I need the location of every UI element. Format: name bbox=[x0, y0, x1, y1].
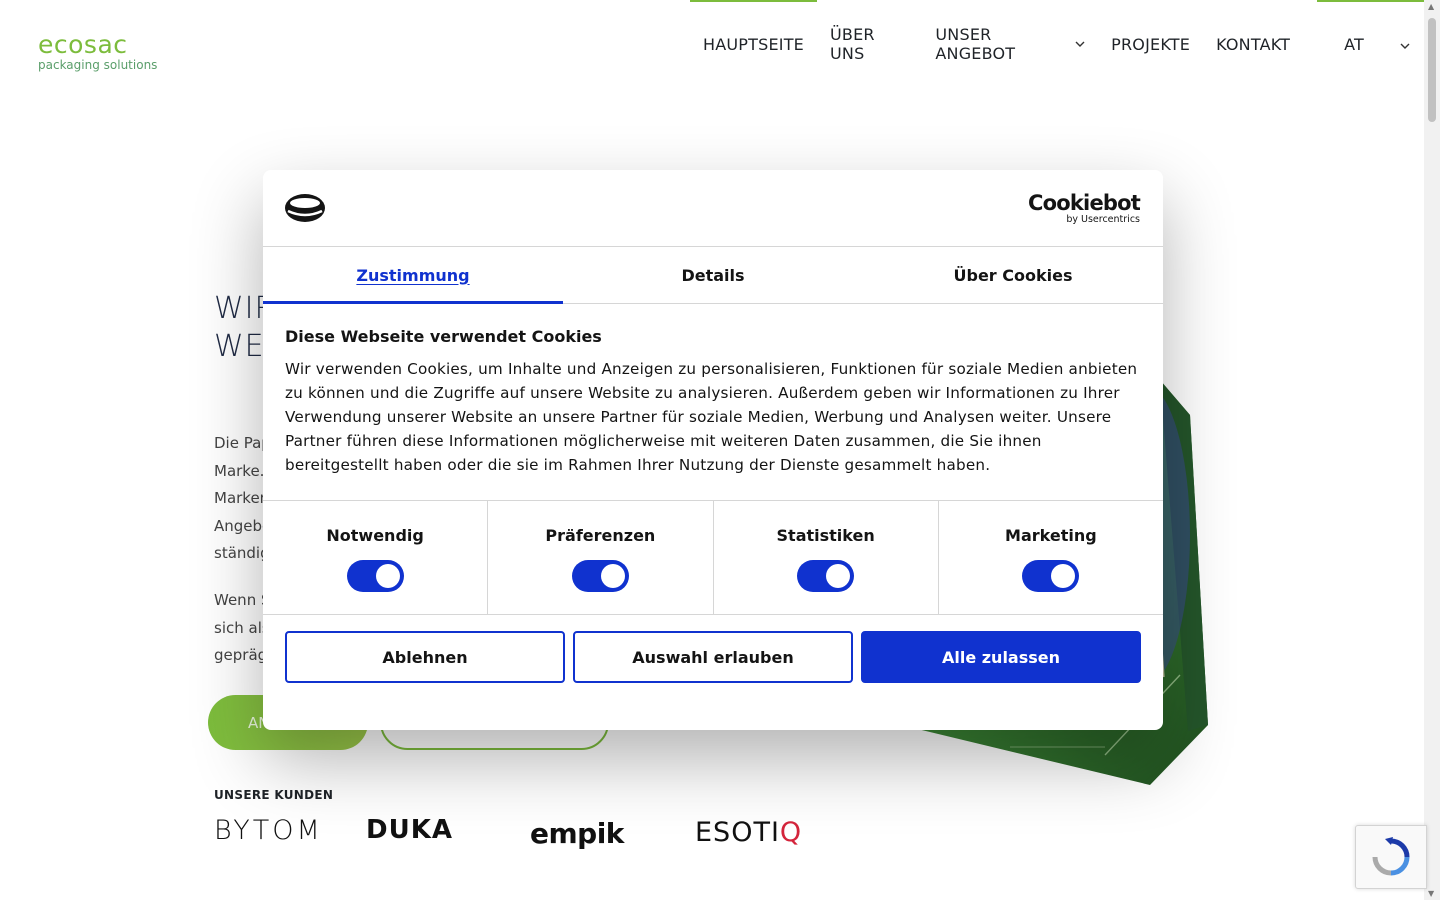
toggle-label: Statistiken bbox=[776, 526, 875, 545]
cookiebot-wordmark: Cookiebot bbox=[1028, 191, 1141, 215]
hero-paragraph-line: ständig bbox=[214, 544, 264, 562]
client-logo-duka: DUKA bbox=[366, 815, 453, 845]
allow-selection-button[interactable]: Auswahl erlauben bbox=[573, 631, 853, 683]
nav-item-hauptseite[interactable]: HAUPTSEITE bbox=[690, 0, 817, 88]
logo-tagline: packaging solutions bbox=[38, 58, 158, 72]
scroll-up-arrow-icon[interactable]: ▲ bbox=[1428, 2, 1434, 11]
chevron-down-icon bbox=[1075, 38, 1085, 51]
client-logo-esotiq: ESOTIQ bbox=[695, 817, 802, 848]
recaptcha-icon bbox=[1372, 837, 1410, 876]
tab-ueber-cookies[interactable]: Über Cookies bbox=[863, 247, 1163, 303]
nav-item-kontakt[interactable]: KONTAKT bbox=[1203, 0, 1303, 88]
dialog-buttons: Ablehnen Auswahl erlauben Alle zulassen bbox=[263, 615, 1163, 699]
hero-paragraph-line: Angebo bbox=[214, 516, 264, 535]
toggle-knob bbox=[1051, 564, 1076, 588]
scroll-down-arrow-icon[interactable]: ▼ bbox=[1428, 889, 1434, 898]
tab-details[interactable]: Details bbox=[563, 247, 863, 303]
toggle-cell-praeferenzen: Präferenzen bbox=[488, 501, 714, 614]
toggle-label: Marketing bbox=[1005, 526, 1097, 545]
toggle-knob bbox=[826, 564, 851, 588]
toggle-switch-notwendig[interactable] bbox=[346, 560, 404, 592]
nav-label: ÜBER UNS bbox=[829, 25, 875, 63]
toggle-cell-statistiken: Statistiken bbox=[714, 501, 939, 614]
hero-paragraph: Die Pap Marke. Marken Angebo ständig bbox=[214, 430, 264, 568]
hero-paragraph: Wenn S sich als gepräg bbox=[214, 587, 264, 670]
dialog-body: Diese Webseite verwendet Cookies Wir ver… bbox=[263, 304, 1163, 501]
nav-item-projekte[interactable]: PROJEKTE bbox=[1098, 0, 1203, 88]
hero-paragraph-line: Die Pap bbox=[214, 434, 264, 452]
scroll-thumb[interactable] bbox=[1428, 18, 1436, 122]
clients-heading: UNSERE KUNDEN bbox=[214, 788, 334, 802]
nav-item-ueber-uns[interactable]: ÜBER UNS bbox=[817, 0, 922, 88]
toggle-switch-marketing[interactable] bbox=[1022, 560, 1080, 592]
cookie-icon bbox=[284, 192, 326, 228]
nav-label: UNSER ANGEBOT bbox=[935, 25, 1016, 63]
toggle-cell-marketing: Marketing bbox=[939, 501, 1163, 614]
decline-button[interactable]: Ablehnen bbox=[285, 631, 565, 683]
hero-paragraph-line: sich als bbox=[214, 618, 264, 637]
logo-wordmark: ecosac bbox=[38, 30, 128, 59]
dialog-header: Cookiebot by Usercentrics bbox=[263, 170, 1163, 247]
toggle-label: Notwendig bbox=[326, 526, 424, 545]
hero-paragraph-line: Marken bbox=[214, 489, 264, 507]
hero-title-line: WIR bbox=[214, 291, 264, 326]
consent-toggles: Notwendig Präferenzen Statistiken Market… bbox=[263, 501, 1163, 615]
language-selector[interactable]: AT bbox=[1317, 0, 1432, 88]
dialog-tabs: Zustimmung Details Über Cookies bbox=[263, 247, 1163, 304]
toggle-label: Präferenzen bbox=[545, 526, 656, 545]
client-logo-empik: empik bbox=[530, 817, 624, 850]
ecosac-logo[interactable]: ecosac packaging solutions bbox=[38, 32, 157, 72]
cookie-consent-dialog: Cookiebot by Usercentrics Zustimmung Det… bbox=[263, 170, 1163, 730]
hero-paragraph-line: Marke. bbox=[214, 461, 264, 480]
hero-title-line: WEI bbox=[214, 329, 264, 364]
hero-title: WIR WEI bbox=[214, 290, 264, 366]
cookiebot-logo[interactable]: Cookiebot by Usercentrics bbox=[1028, 191, 1141, 225]
toggle-switch-praeferenzen[interactable] bbox=[571, 560, 629, 592]
dialog-text: Wir verwenden Cookies, um Inhalte und An… bbox=[285, 360, 1138, 474]
nav-label: HAUPTSEITE bbox=[703, 34, 804, 54]
toggle-switch-statistiken[interactable] bbox=[797, 560, 855, 592]
toggle-knob bbox=[375, 564, 400, 588]
cookiebot-byline: by Usercentrics bbox=[1066, 214, 1140, 225]
nav-label: PROJEKTE bbox=[1111, 34, 1191, 54]
page-scrollbar[interactable]: ▲ ▼ bbox=[1424, 0, 1440, 900]
toggle-knob bbox=[600, 564, 625, 588]
nav-item-unser-angebot[interactable]: UNSER ANGEBOT bbox=[922, 0, 1098, 88]
client-logo-bytom: BYTOM bbox=[214, 815, 323, 846]
client-logo-esotiq-end: Q bbox=[779, 817, 803, 848]
toggle-cell-notwendig: Notwendig bbox=[263, 501, 489, 614]
chevron-down-icon bbox=[1400, 35, 1410, 54]
nav-label: KONTAKT bbox=[1216, 34, 1291, 54]
language-label: AT bbox=[1344, 34, 1365, 54]
dialog-title: Diese Webseite verwendet Cookies bbox=[285, 327, 602, 346]
hero-paragraph-line: gepräg bbox=[214, 646, 264, 664]
allow-all-button[interactable]: Alle zulassen bbox=[861, 631, 1141, 683]
tab-zustimmung[interactable]: Zustimmung bbox=[263, 247, 563, 304]
recaptcha-badge[interactable] bbox=[1355, 825, 1427, 889]
main-nav: HAUPTSEITE ÜBER UNS UNSER ANGEBOT PROJEK… bbox=[690, 0, 1432, 90]
site-header: ecosac packaging solutions HAUPTSEITE ÜB… bbox=[0, 0, 1432, 90]
client-logo-esotiq-main: ESOTI bbox=[695, 817, 780, 848]
hero-paragraph-line: Wenn S bbox=[214, 591, 264, 609]
